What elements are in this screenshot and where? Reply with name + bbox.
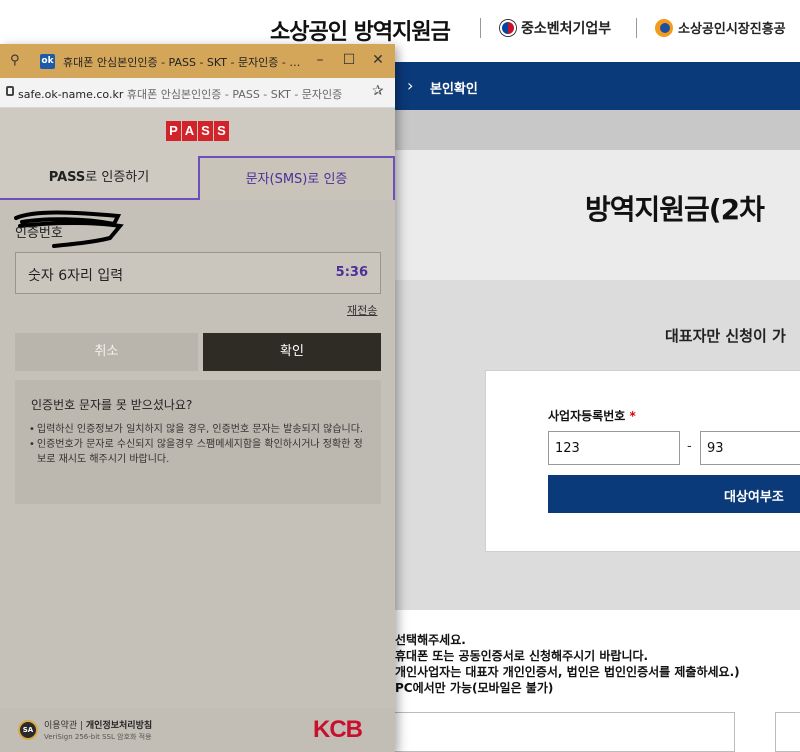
url-page-title: 휴대폰 안심본인인증 - PASS - SKT - 문자인증: [123, 88, 343, 101]
url-host: safe.ok-name.co.kr: [18, 88, 124, 101]
popup-footer: SA 이용약관 | 개인정보처리방침 VeriSign 256-bit SSL …: [0, 708, 395, 752]
page-title: 방역지원금(2차: [585, 193, 765, 226]
pass-header: P A S S: [0, 108, 395, 156]
breadcrumb-current[interactable]: 본인확인: [430, 78, 478, 97]
agency-emblem-icon: [655, 18, 673, 37]
header-divider: [480, 18, 481, 38]
form-section: 대표자만 신청이 가 사업자등록번호 * 123 - 93 대상여부조: [395, 280, 800, 610]
business-number-label: 사업자등록번호 *: [548, 407, 636, 424]
auth-option-card[interactable]: [395, 712, 735, 752]
pass-logo-letter: A: [182, 121, 197, 141]
help-list: 입력하신 인증정보가 일치하지 않을 경우, 인증번호 문자는 발송되지 않습니…: [29, 422, 369, 467]
business-number-part2-input[interactable]: 93: [700, 431, 800, 465]
cancel-button[interactable]: 취소: [15, 333, 198, 371]
check-eligibility-button[interactable]: 대상여부조: [548, 475, 800, 513]
hero-section: 방역지원금(2차: [395, 150, 800, 280]
header-divider: [636, 18, 637, 38]
confirm-button[interactable]: 확인: [203, 333, 381, 371]
ssl-note: VeriSign 256-bit SSL 암호화 적용: [44, 733, 152, 741]
pass-logo-letter: S: [198, 121, 213, 141]
tab-pass-auth[interactable]: PASS로 인증하기: [0, 156, 198, 200]
representative-note: 대표자만 신청이 가: [665, 327, 786, 345]
maximize-icon[interactable]: ☐: [337, 49, 361, 71]
countdown-timer: 5:36: [335, 265, 368, 280]
breadcrumb-bar: › 본인확인: [395, 62, 800, 110]
chevron-right-icon: ›: [407, 76, 414, 95]
minimize-icon[interactable]: –: [308, 49, 332, 71]
top-band: [395, 110, 800, 150]
tab-pass-brand: PASS: [48, 170, 86, 185]
ministry-logo[interactable]: 중소벤처기업부: [500, 18, 611, 38]
help-item: 인증번호가 문자로 수신되지 않을경우 스팸메세지함을 확인하시거나 정확한 정…: [29, 437, 369, 467]
business-number-label-text: 사업자등록번호: [548, 409, 626, 423]
site-title[interactable]: 소상공인 방역지원금: [270, 14, 451, 46]
pass-logo-letter: P: [166, 121, 181, 141]
bookmark-icon[interactable]: ✰: [372, 83, 384, 99]
instruction-notes: 선택해주세요. 휴대폰 또는 공동인증서로 신청해주시기 바랍니다. 개인사업자…: [395, 632, 800, 696]
security-seal-icon: SA: [18, 720, 38, 740]
lock-icon[interactable]: [6, 86, 14, 96]
note-line: 개인사업자는 대표자 개인인증서, 법인은 법인인증서를 제출하세요.): [395, 665, 740, 679]
pin-icon[interactable]: ⚲: [10, 53, 20, 68]
agency-name: 소상공인시장진흥공: [678, 22, 786, 37]
site-favicon-icon: ok: [40, 54, 55, 69]
address-bar[interactable]: safe.ok-name.co.kr 휴대폰 안심본인인증 - PASS - S…: [0, 78, 395, 108]
auth-code-input[interactable]: 숫자 6자리 입력 5:36: [15, 252, 381, 294]
agency-logo[interactable]: 소상공인시장진흥공: [655, 18, 786, 37]
window-titlebar[interactable]: ⚲ ok 휴대폰 안심본인인증 - PASS - SKT - 문자인증 - 인증…: [0, 44, 395, 78]
auth-option-card[interactable]: [775, 712, 800, 752]
help-box: 인증번호 문자를 못 받으셨나요? 입력하신 인증정보가 일치하지 않을 경우,…: [15, 380, 381, 504]
verification-popup-window: ⚲ ok 휴대폰 안심본인인증 - PASS - SKT - 문자인증 - 인증…: [0, 44, 395, 752]
window-title: 휴대폰 안심본인인증 - PASS - SKT - 문자인증 - 인증...: [63, 56, 303, 69]
tab-sms-auth[interactable]: 문자(SMS)로 인증: [198, 156, 395, 200]
auth-code-placeholder: 숫자 6자리 입력: [28, 268, 124, 284]
input-separator: -: [687, 439, 692, 454]
footer-links: 이용약관 | 개인정보처리방침: [44, 721, 153, 731]
help-title: 인증번호 문자를 못 받으셨나요?: [31, 398, 193, 412]
note-line: PC에서만 가능(모바일은 불가): [395, 681, 554, 695]
business-number-form: 사업자등록번호 * 123 - 93 대상여부조: [485, 370, 800, 552]
privacy-link[interactable]: 개인정보처리방침: [86, 721, 152, 731]
kcb-logo: KCB: [313, 716, 363, 743]
pass-logo-letter: S: [214, 121, 229, 141]
required-mark: *: [629, 409, 636, 423]
note-line: 선택해주세요.: [395, 633, 466, 647]
auth-code-label: 인증번호: [15, 226, 63, 241]
terms-link[interactable]: 이용약관: [44, 721, 77, 731]
tab-pass-label: 로 인증하기: [85, 170, 150, 185]
government-emblem-icon: [500, 20, 516, 36]
url-text[interactable]: safe.ok-name.co.kr 휴대폰 안심본인인증 - PASS - S…: [18, 86, 358, 102]
close-icon[interactable]: ✕: [366, 49, 390, 71]
note-line: 휴대폰 또는 공동인증서로 신청해주시기 바랍니다.: [395, 649, 649, 663]
ministry-name: 중소벤처기업부: [521, 21, 612, 37]
resend-link[interactable]: 재전송: [347, 302, 377, 318]
business-number-part1-input[interactable]: 123: [548, 431, 680, 465]
pass-logo: P A S S: [166, 121, 229, 141]
help-item: 입력하신 인증정보가 일치하지 않을 경우, 인증번호 문자는 발송되지 않습니…: [29, 422, 369, 437]
